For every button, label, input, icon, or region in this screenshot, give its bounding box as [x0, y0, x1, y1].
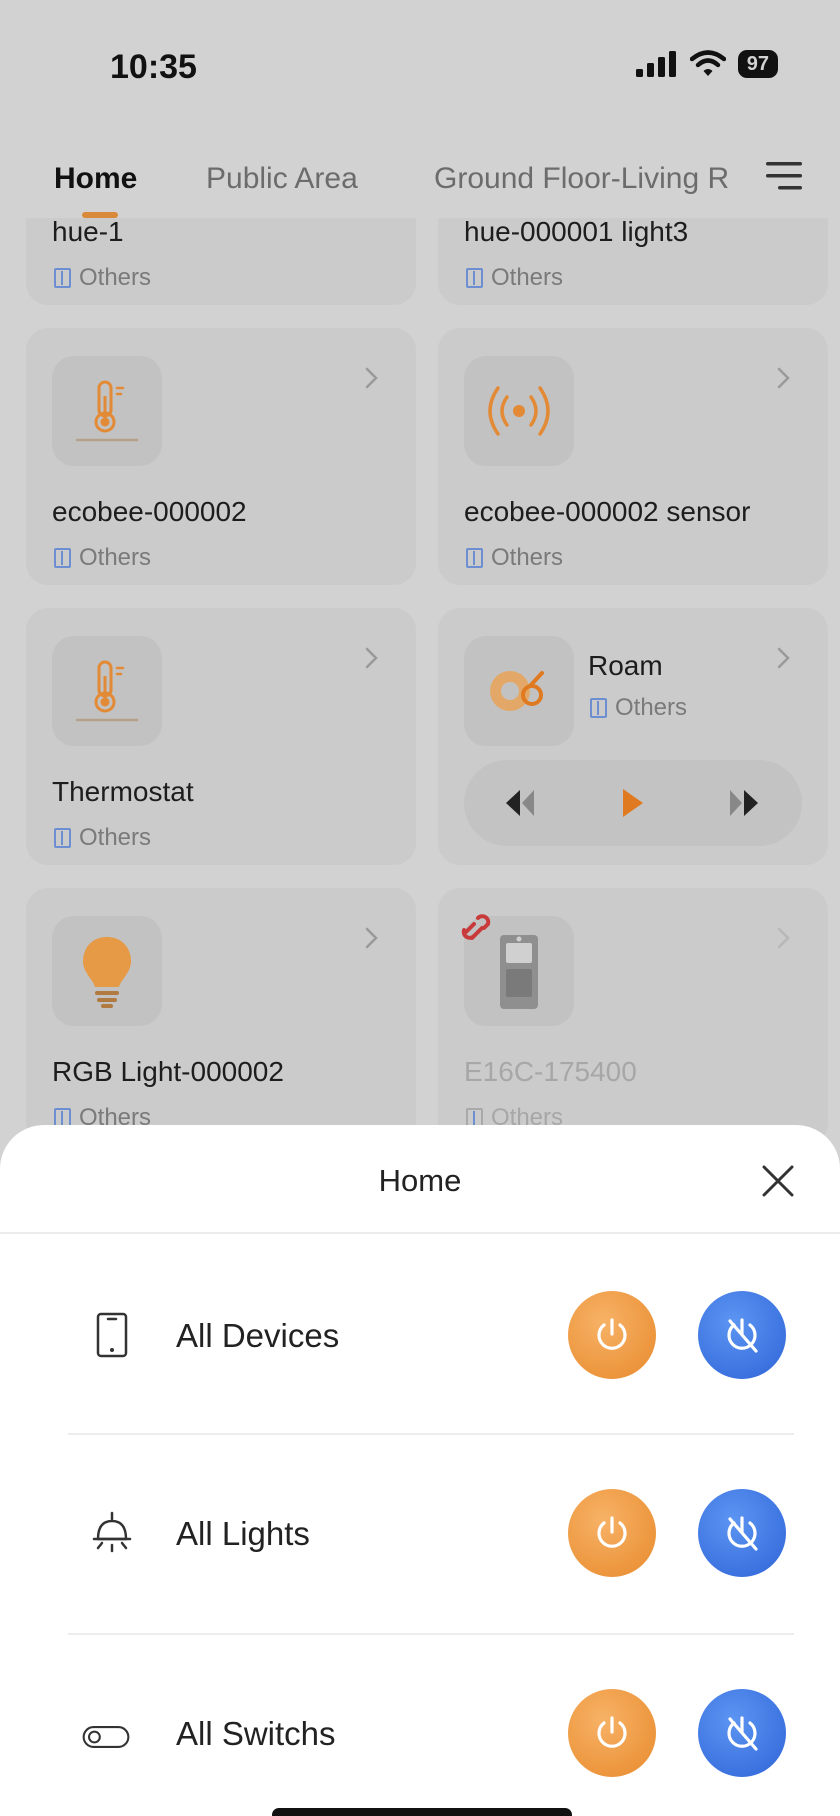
- thermometer-icon: [52, 636, 162, 746]
- menu-icon[interactable]: [764, 158, 804, 194]
- tab-home[interactable]: Home: [54, 162, 137, 196]
- speaker-icon: [464, 636, 574, 746]
- status-icons: 97: [635, 50, 778, 78]
- device-card-ecobee-000002[interactable]: ecobee-000002 Others: [26, 328, 416, 585]
- device-room: Others: [54, 544, 151, 572]
- room-icon: [54, 828, 71, 848]
- next-track-icon[interactable]: [726, 788, 760, 818]
- all-lights-off-button[interactable]: [698, 1489, 786, 1577]
- battery-indicator: 97: [737, 50, 778, 78]
- sensor-signal-icon: [464, 356, 574, 466]
- power-off-icon: [727, 1318, 758, 1353]
- device-room: Others: [466, 544, 563, 572]
- status-time: 10:35: [110, 48, 197, 86]
- device-name: hue-1: [52, 216, 124, 247]
- chevron-right-icon: [777, 647, 790, 669]
- device-name: RGB Light-000002: [52, 1056, 284, 1087]
- device-card-rgb-light-000002[interactable]: RGB Light-000002 Others: [26, 888, 416, 1145]
- light-bulb-icon: [52, 916, 162, 1026]
- power-icon: [597, 1516, 627, 1548]
- device-name: ecobee-000002: [52, 496, 247, 527]
- device-card-roam[interactable]: Roam Others: [438, 608, 828, 865]
- room-icon: [54, 548, 71, 568]
- all-lights-on-button[interactable]: [568, 1489, 656, 1577]
- chevron-right-icon: [777, 927, 790, 949]
- device-room: Others: [54, 264, 151, 292]
- divider: [0, 1232, 840, 1234]
- device-name: E16C-175400: [464, 1056, 637, 1087]
- status-bar: 10:35 97: [0, 0, 840, 140]
- disconnected-link-icon: [461, 914, 491, 940]
- chevron-right-icon: [365, 647, 378, 669]
- chevron-right-icon: [365, 367, 378, 389]
- room-icon: [54, 268, 71, 288]
- device-name: ecobee-000002 sensor: [464, 496, 751, 527]
- tab-public-area[interactable]: Public Area: [206, 162, 358, 196]
- row-all-devices: All Devices: [0, 1235, 840, 1435]
- all-devices-off-button[interactable]: [698, 1291, 786, 1379]
- wifi-icon: [689, 50, 726, 76]
- power-off-icon: [727, 1516, 758, 1551]
- device-card-thermostat[interactable]: Thermostat Others: [26, 608, 416, 865]
- device-card-ecobee-000002-sensor[interactable]: ecobee-000002 sensor Others: [438, 328, 828, 585]
- bulk-control-sheet: Home All Devices All Lights All Switchs: [0, 1125, 840, 1816]
- home-indicator: [272, 1808, 572, 1816]
- all-switchs-off-button[interactable]: [698, 1689, 786, 1777]
- sheet-title: Home: [378, 1163, 462, 1198]
- play-icon[interactable]: [620, 786, 646, 820]
- room-icon: [466, 268, 483, 288]
- all-devices-on-button[interactable]: [568, 1291, 656, 1379]
- power-icon: [597, 1318, 627, 1350]
- room-tabs: Home Public Area Ground Floor-Living R: [0, 140, 840, 218]
- all-switchs-on-button[interactable]: [568, 1689, 656, 1777]
- device-card-e16c-175400[interactable]: E16C-175400 Others: [438, 888, 828, 1145]
- close-icon[interactable]: [758, 1161, 798, 1201]
- device-name: hue-000001 light3: [464, 216, 689, 247]
- row-label: All Switchs: [176, 1715, 336, 1752]
- room-icon: [466, 548, 483, 568]
- phone-icon: [88, 1311, 136, 1359]
- tab-ground-floor-living-room[interactable]: Ground Floor-Living R: [434, 162, 729, 196]
- device-name: Thermostat: [52, 776, 194, 807]
- chevron-right-icon: [365, 927, 378, 949]
- previous-track-icon[interactable]: [504, 788, 538, 818]
- toggle-icon: [82, 1713, 130, 1761]
- row-label: All Devices: [176, 1317, 340, 1354]
- lamp-icon: [88, 1509, 136, 1557]
- cellular-signal-icon: [635, 51, 676, 77]
- active-tab-indicator: [82, 212, 118, 218]
- thermometer-icon: [52, 356, 162, 466]
- power-off-icon: [727, 1716, 758, 1751]
- row-label: All Lights: [176, 1515, 310, 1552]
- media-controls: [464, 760, 802, 846]
- device-room: Others: [54, 824, 151, 852]
- device-room: Others: [466, 264, 563, 292]
- device-room: Others: [590, 694, 687, 722]
- device-name: Roam: [588, 650, 663, 681]
- chevron-right-icon: [777, 367, 790, 389]
- room-icon: [590, 698, 607, 718]
- row-all-switchs: All Switchs: [0, 1635, 840, 1816]
- row-all-lights: All Lights: [0, 1435, 840, 1635]
- power-icon: [597, 1716, 627, 1748]
